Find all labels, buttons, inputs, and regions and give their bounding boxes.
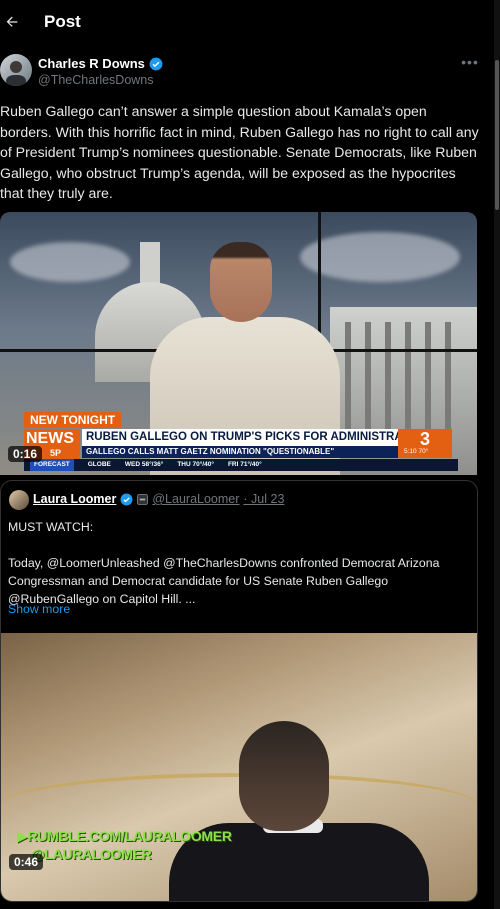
author-name[interactable]: Charles R Downs — [38, 56, 163, 71]
quote-author-name[interactable]: Laura Loomer — [33, 492, 116, 506]
forecast-item: THU 70°/40° — [177, 461, 214, 468]
quote-author-handle[interactable]: @LauraLoomer — [152, 492, 239, 506]
quote-avatar[interactable] — [9, 490, 29, 510]
author-handle[interactable]: @TheCharlesDowns — [38, 73, 154, 87]
video-duration: 0:16 — [8, 446, 43, 462]
quote-date[interactable]: · Jul 23 — [243, 492, 284, 506]
more-options-icon[interactable]: ••• — [460, 54, 480, 70]
scrollbar-thumb[interactable] — [495, 60, 499, 210]
page-title: Post — [44, 12, 81, 31]
verified-badge-icon — [149, 57, 163, 70]
person-icon — [6, 61, 26, 86]
play-icon: ▶ — [17, 828, 28, 844]
news-time: 5P — [50, 448, 62, 458]
quote-text-line: Today, @LoomerUnleashed @TheCharlesDowns… — [8, 556, 440, 606]
quote-header: Laura Loomer @LauraLoomer · Jul 23 — [33, 492, 284, 506]
quoted-post[interactable]: Laura Loomer @LauraLoomer · Jul 23 MUST … — [0, 480, 478, 902]
forecast-ticker: FORECAST GLOBE WED 58°/36° THU 70°/40° F… — [24, 459, 458, 471]
tweet-text: Ruben Gallego can’t answer a simple ques… — [0, 103, 479, 201]
news-subheadline: GALLEGO CALLS MATT GAETZ NOMINATION "QUE… — [82, 446, 398, 458]
forecast-item: GLOBE — [87, 461, 111, 468]
quote-video-player[interactable]: ▶RUMBLE.COM/LAURALOOMER @LAURALOOMER 0:4… — [1, 633, 477, 901]
verified-badge-icon — [120, 493, 133, 505]
video-player[interactable]: NEW TONIGHT NEWS 5P RUBEN GALLEGO ON TRU… — [0, 212, 477, 475]
quote-text-line: MUST WATCH: — [8, 520, 94, 534]
show-more-link[interactable]: Show more — [8, 602, 70, 616]
forecast-item: FRI 71°/40° — [227, 461, 262, 468]
rumble-watermark: ▶RUMBLE.COM/LAURALOOMER — [17, 828, 232, 845]
rumble-handle-watermark: @LAURALOOMER — [31, 846, 152, 862]
affiliate-badge-icon — [137, 493, 149, 505]
news-headline: RUBEN GALLEGO ON TRUMP'S PICKS FOR ADMIN… — [82, 429, 429, 446]
new-tonight-tag: NEW TONIGHT — [24, 412, 122, 428]
author-avatar[interactable] — [0, 54, 32, 86]
back-button[interactable] — [0, 10, 24, 34]
author-name-text[interactable]: Charles R Downs — [38, 56, 145, 71]
quote-text: MUST WATCH: Today, @LoomerUnleashed @The… — [8, 518, 470, 608]
channel-meta: 5:10 70° — [404, 448, 429, 455]
video-duration: 0:46 — [9, 854, 44, 870]
watermark-text: RUMBLE.COM/LAURALOOMER — [27, 828, 232, 844]
forecast-item: WED 58°/36° — [124, 461, 164, 468]
arrow-left-icon — [6, 16, 18, 27]
